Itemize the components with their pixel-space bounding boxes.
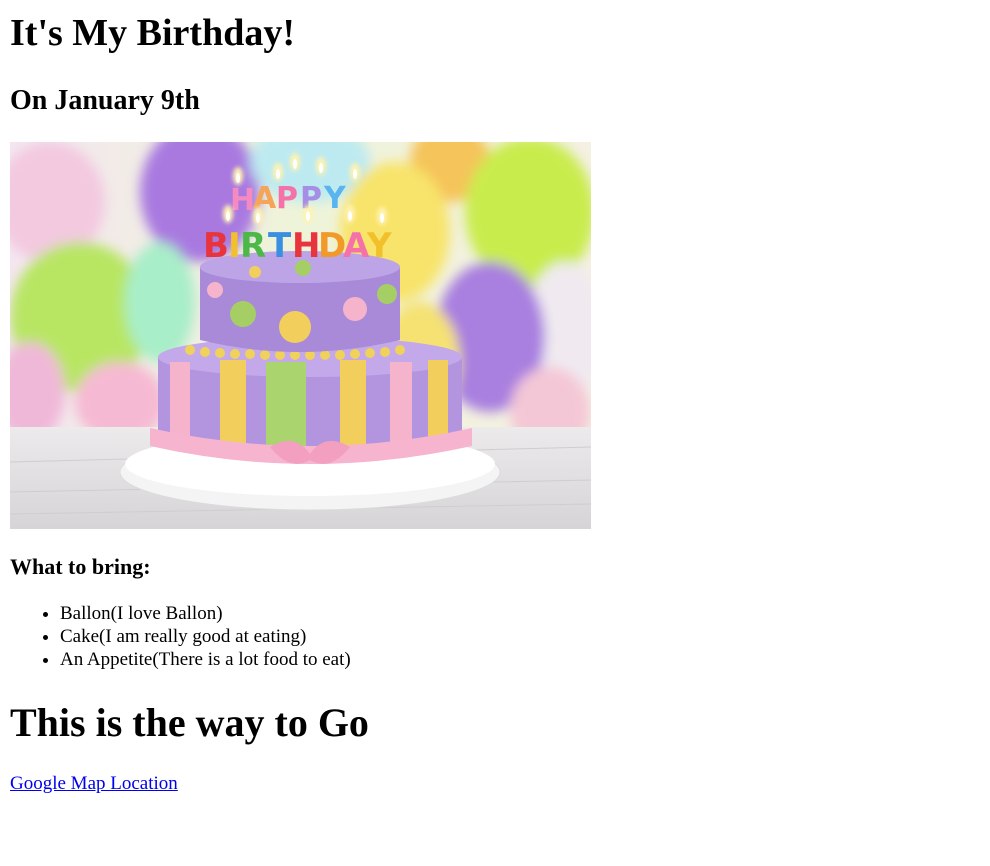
svg-text:Y: Y (366, 226, 392, 266)
svg-text:I: I (228, 226, 241, 266)
event-date: On January 9th (10, 85, 200, 116)
page-title: It's My Birthday! (10, 12, 295, 54)
svg-text:H: H (230, 183, 255, 218)
bring-heading: What to bring: (10, 554, 151, 579)
svg-text:D: D (318, 226, 346, 266)
birthday-candles: B I R T H D A Y (203, 226, 392, 266)
bring-list: Ballon(I love Ballon) Cake(I am really g… (10, 602, 351, 671)
svg-text:T: T (268, 226, 292, 266)
list-item: An Appetite(There is a lot food to eat) (60, 648, 351, 671)
birthday-cake-image: H A P P Y B I R T H D A Y (10, 142, 591, 529)
happy-candles: H A P P Y (230, 181, 347, 218)
svg-text:Y: Y (323, 181, 347, 216)
svg-text:A: A (343, 226, 370, 266)
svg-text:H: H (292, 226, 320, 266)
svg-text:R: R (240, 226, 266, 266)
list-item: Ballon(I love Ballon) (60, 602, 351, 625)
google-map-link[interactable]: Google Map Location (10, 772, 178, 795)
directions-heading: This is the way to Go (10, 700, 369, 745)
list-item: Cake(I am really good at eating) (60, 625, 351, 648)
svg-text:P: P (276, 181, 298, 216)
svg-text:B: B (203, 226, 229, 266)
